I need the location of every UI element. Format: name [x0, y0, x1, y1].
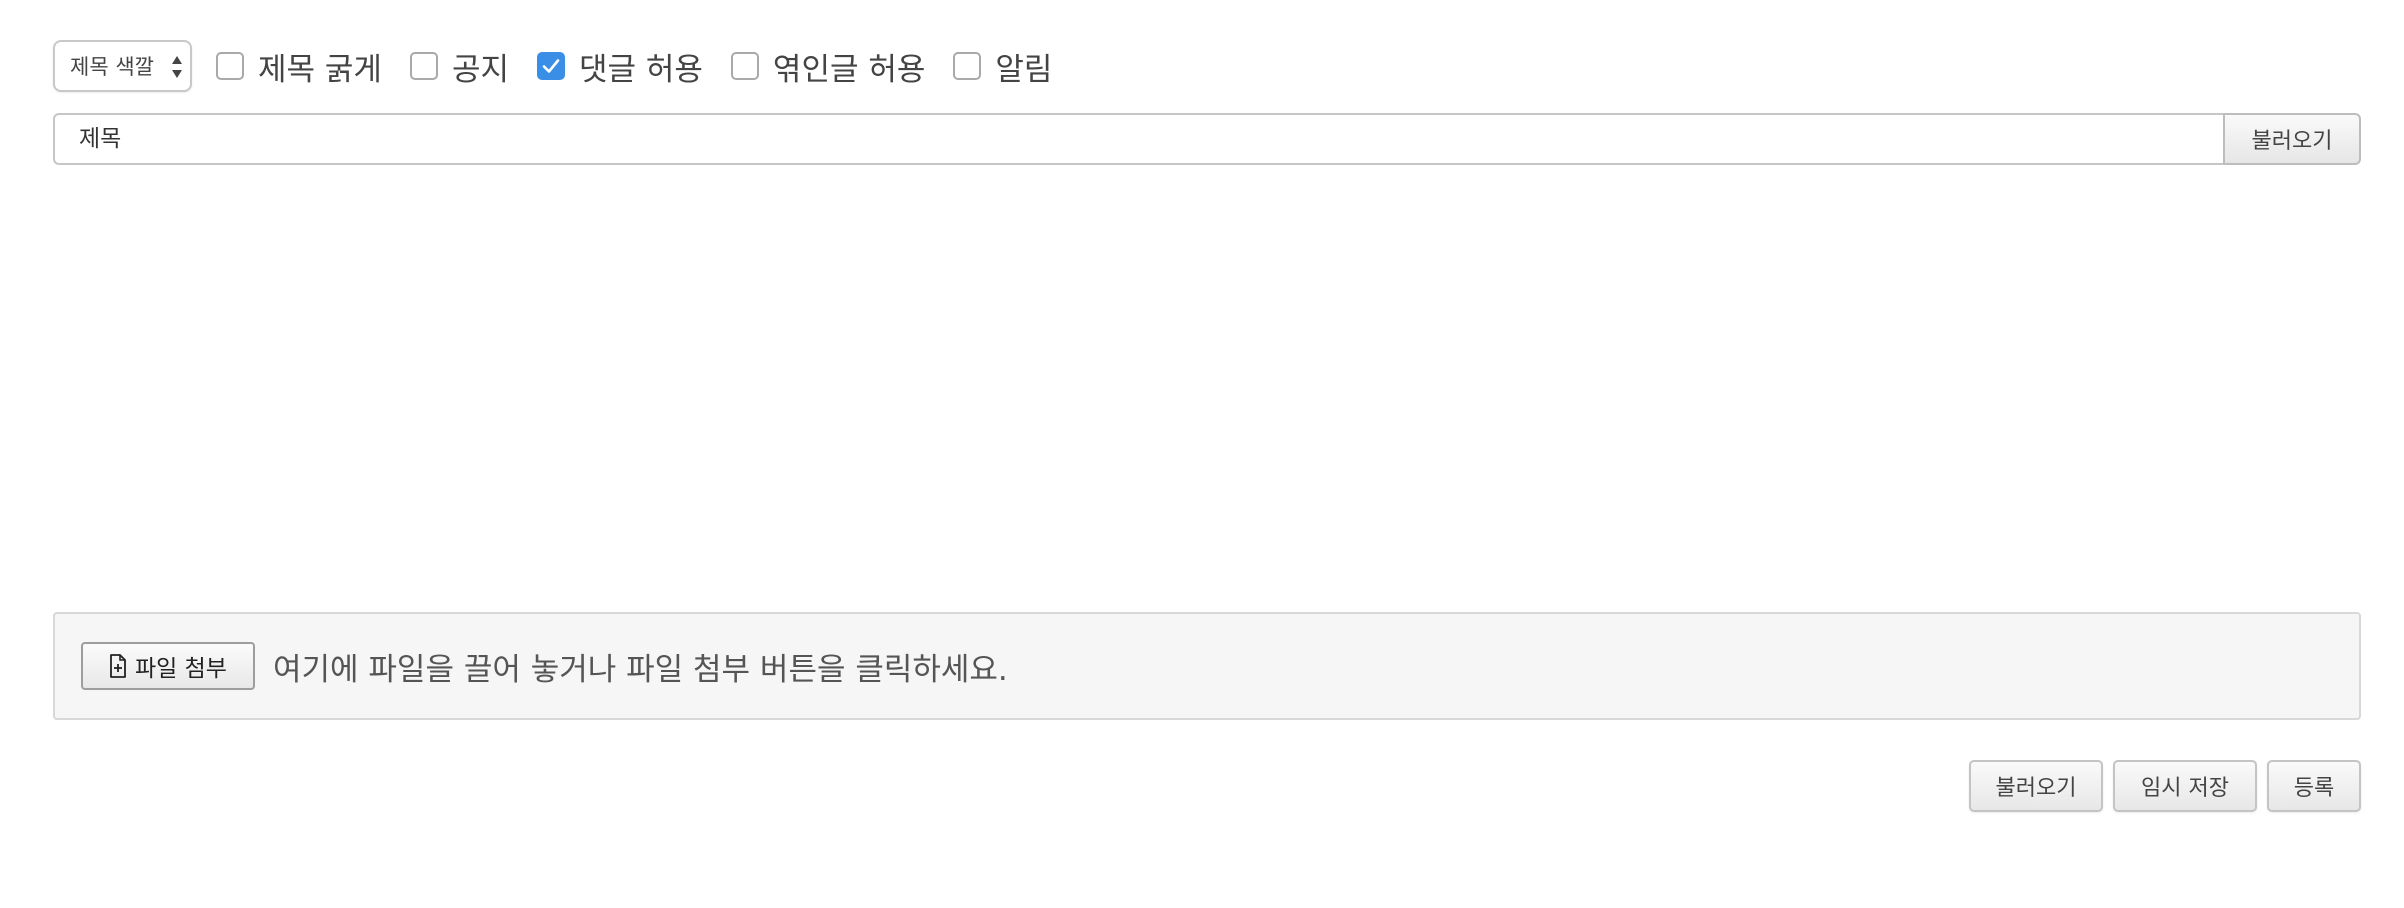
file-plus-icon — [110, 654, 126, 678]
attach-hint-text: 여기에 파일을 끌어 놓거나 파일 첨부 버튼을 클릭하세요. — [273, 651, 1008, 688]
notice-checkbox[interactable] — [409, 52, 438, 80]
notify-label: 알림 — [995, 51, 1053, 88]
file-drop-zone[interactable]: 파일 첨부 여기에 파일을 끌어 놓거나 파일 첨부 버튼을 클릭하세요. — [53, 612, 2361, 720]
submit-button[interactable]: 등록 — [2267, 760, 2361, 812]
notify-checkbox[interactable] — [953, 52, 982, 80]
option-allow-comments[interactable]: 댓글 허용 — [536, 44, 703, 89]
checkmark-icon — [542, 59, 560, 73]
option-notify[interactable]: 알림 — [953, 44, 1052, 89]
allow-comments-checkbox[interactable] — [536, 52, 565, 80]
options-row: 제목 색깔 제목 굵게 공지 댓글 허용 엮인글 허용 알림 — [53, 40, 1080, 92]
form-actions: 불러오기 임시 저장 등록 — [1969, 760, 2361, 812]
title-input[interactable] — [53, 113, 2223, 165]
attach-file-label: 파일 첨부 — [135, 656, 227, 682]
option-notice[interactable]: 공지 — [409, 44, 509, 89]
notice-label: 공지 — [451, 51, 509, 88]
load-button-top[interactable]: 불러오기 — [2223, 113, 2361, 165]
up-down-arrows-icon — [172, 56, 182, 78]
load-button[interactable]: 불러오기 — [1969, 760, 2103, 812]
option-title-bold[interactable]: 제목 굵게 — [216, 44, 382, 89]
editor-area[interactable] — [53, 180, 2361, 600]
allow-trackbacks-label: 엮인글 허용 — [772, 51, 926, 88]
title-color-select[interactable]: 제목 색깔 — [53, 40, 192, 92]
title-bold-label: 제목 굵게 — [258, 51, 382, 88]
allow-comments-label: 댓글 허용 — [578, 51, 703, 88]
option-allow-trackbacks[interactable]: 엮인글 허용 — [730, 44, 926, 89]
attach-file-button[interactable]: 파일 첨부 — [81, 642, 255, 690]
title-row: 불러오기 — [53, 113, 2361, 165]
save-draft-button[interactable]: 임시 저장 — [2113, 760, 2257, 812]
allow-trackbacks-checkbox[interactable] — [730, 52, 759, 80]
title-color-select-value: 제목 색깔 — [70, 55, 154, 79]
title-bold-checkbox[interactable] — [216, 52, 244, 80]
